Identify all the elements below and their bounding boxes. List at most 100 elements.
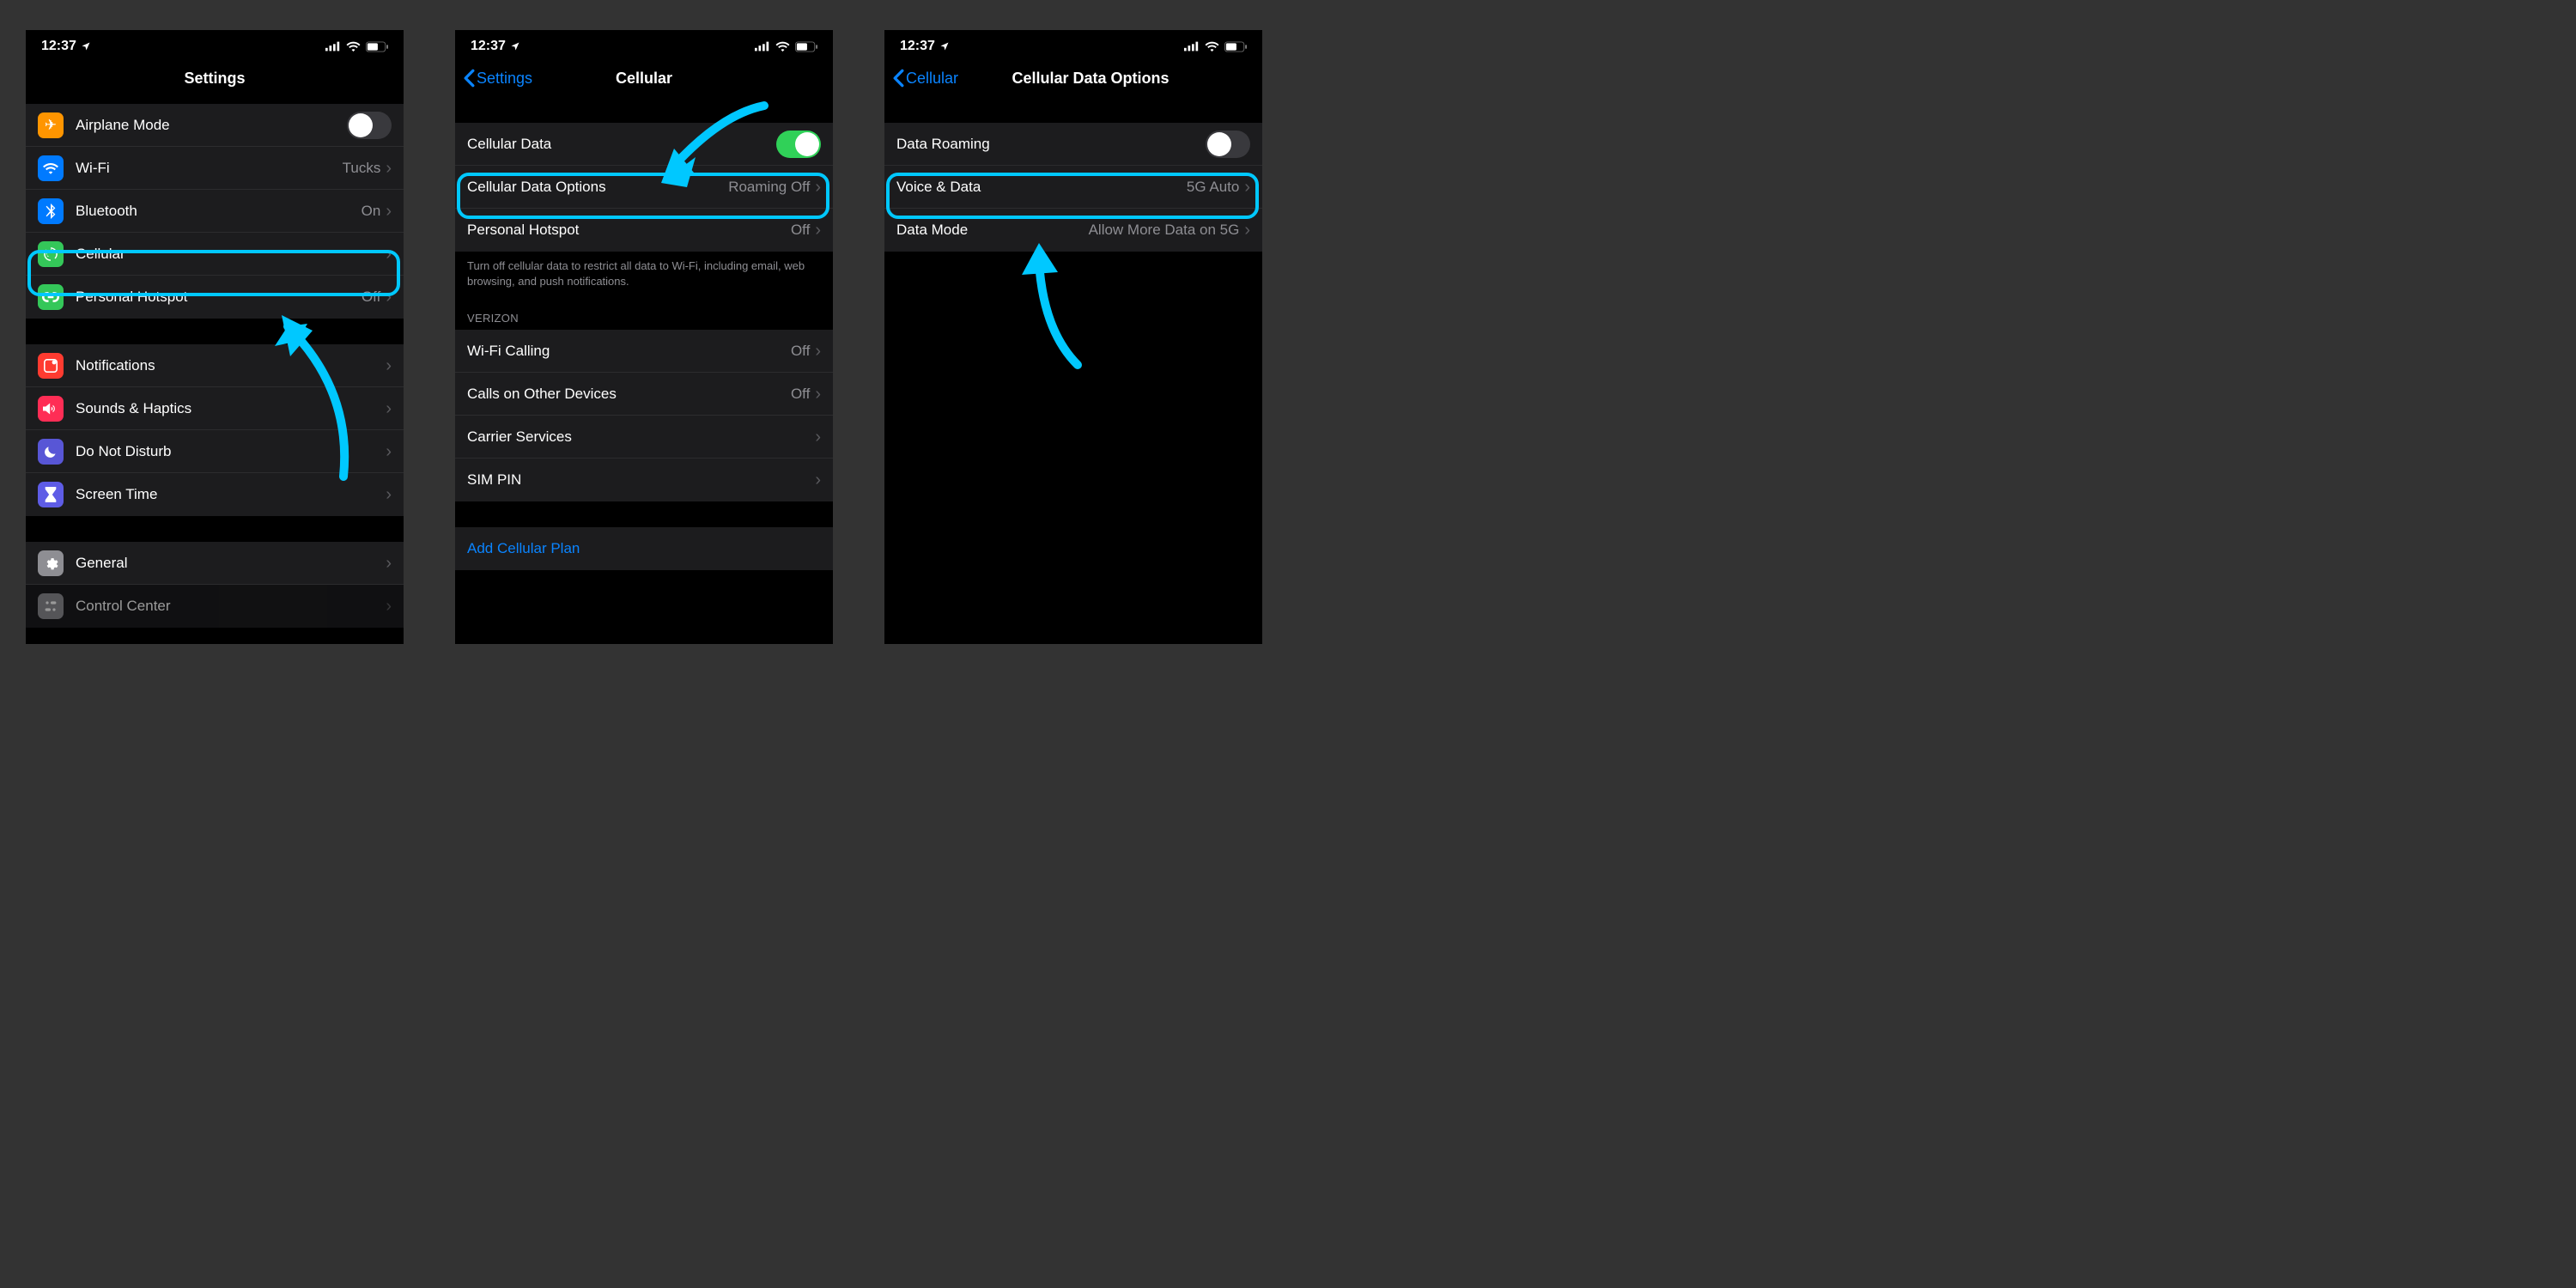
status-bar: 12:37 [26,30,404,59]
dnd-icon [38,439,64,465]
airplane-icon: ✈︎ [38,112,64,138]
section-header: VERIZON [455,296,833,330]
row-wifi[interactable]: Wi-Fi Tucks › [26,147,404,190]
row-label: Cellular Data [467,136,776,153]
time-label: 12:37 [471,39,506,54]
row-wifi-calling[interactable]: Wi-Fi Calling Off › [455,330,833,373]
row-value: Off [791,343,810,360]
row-value: Off [791,386,810,403]
signal-icon [755,41,770,52]
wifi-icon [775,41,790,52]
cellular-data-options-screen: 12:37 Cellular Cellular Data Options Dat… [884,30,1262,644]
time-label: 12:37 [900,39,935,54]
row-bluetooth[interactable]: Bluetooth On › [26,190,404,233]
row-label: Personal Hotspot [76,289,361,306]
wifi-icon [38,155,64,181]
chevron-icon: › [1244,222,1250,239]
row-cellular-data-options[interactable]: Cellular Data Options Roaming Off › [455,166,833,209]
chevron-icon: › [815,428,821,446]
cellular-icon [38,241,64,267]
row-personal-hotspot[interactable]: Personal Hotspot Off › [455,209,833,252]
row-personal-hotspot[interactable]: Personal Hotspot Off › [26,276,404,319]
sounds-icon [38,396,64,422]
chevron-icon: › [386,246,392,263]
battery-icon [795,41,817,52]
toggle-airplane[interactable] [347,112,392,139]
row-label: Do Not Disturb [76,443,386,460]
row-label: Airplane Mode [76,117,347,134]
signal-icon [1184,41,1200,52]
chevron-icon: › [815,386,821,403]
back-label: Settings [477,70,532,88]
notifications-icon [38,353,64,379]
page-title: Cellular [616,70,672,88]
toggle-cellular-data[interactable] [776,131,821,158]
row-label: Calls on Other Devices [467,386,791,403]
bluetooth-icon [38,198,64,224]
location-icon [939,41,950,52]
row-value: On [361,203,381,220]
row-label: Personal Hotspot [467,222,791,239]
row-control-center[interactable]: Control Center › [26,585,404,628]
chevron-icon: › [386,400,392,417]
row-cellular-data[interactable]: Cellular Data [455,123,833,166]
status-bar: 12:37 [455,30,833,59]
row-value: 5G Auto [1187,179,1239,196]
chevron-icon: › [815,179,821,196]
row-sounds-haptics[interactable]: Sounds & Haptics › [26,387,404,430]
navbar: Cellular Cellular Data Options [884,59,1262,97]
row-label: Screen Time [76,486,386,503]
chevron-icon: › [1244,179,1250,196]
cellular-screen: 12:37 Settings Cellular Cellular Data Ce… [455,30,833,644]
row-label: Wi-Fi Calling [467,343,791,360]
chevron-icon: › [815,471,821,489]
wifi-icon [1205,41,1219,52]
back-button[interactable]: Cellular [893,69,958,88]
chevron-left-icon [464,69,475,88]
chevron-icon: › [386,486,392,503]
chevron-left-icon [893,69,904,88]
chevron-icon: › [386,160,392,177]
gear-icon [38,550,64,576]
row-data-roaming[interactable]: Data Roaming [884,123,1262,166]
row-label: Wi-Fi [76,160,343,177]
navbar: Settings Cellular [455,59,833,97]
row-label: Add Cellular Plan [467,540,821,557]
chevron-icon: › [386,289,392,306]
row-label: Control Center [76,598,386,615]
settings-screen: 12:37 Settings ✈︎ Airplane Mode Wi-Fi Tu… [26,30,404,644]
row-cellular[interactable]: Cellular › [26,233,404,276]
row-value: Off [791,222,810,239]
hotspot-icon [38,284,64,310]
battery-icon [366,41,388,52]
section-footer: Turn off cellular data to restrict all d… [455,252,833,296]
row-data-mode[interactable]: Data Mode Allow More Data on 5G › [884,209,1262,252]
wifi-icon [346,41,361,52]
row-carrier-services[interactable]: Carrier Services › [455,416,833,459]
row-label: Data Mode [896,222,1089,239]
row-label: Notifications [76,357,386,374]
chevron-icon: › [815,222,821,239]
row-label: Sounds & Haptics [76,400,386,417]
location-icon [510,41,520,52]
row-airplane-mode[interactable]: ✈︎ Airplane Mode [26,104,404,147]
row-voice-data[interactable]: Voice & Data 5G Auto › [884,166,1262,209]
chevron-icon: › [815,343,821,360]
chevron-icon: › [386,443,392,460]
chevron-icon: › [386,357,392,374]
row-calls-other-devices[interactable]: Calls on Other Devices Off › [455,373,833,416]
back-button[interactable]: Settings [464,69,532,88]
row-label: Data Roaming [896,136,1206,153]
row-add-cellular-plan[interactable]: Add Cellular Plan [455,527,833,570]
row-screen-time[interactable]: Screen Time › [26,473,404,516]
row-label: Cellular Data Options [467,179,728,196]
screentime-icon [38,482,64,507]
row-sim-pin[interactable]: SIM PIN › [455,459,833,501]
row-notifications[interactable]: Notifications › [26,344,404,387]
row-label: Bluetooth [76,203,361,220]
battery-icon [1224,41,1247,52]
row-general[interactable]: General › [26,542,404,585]
row-value: Allow More Data on 5G [1089,222,1240,239]
toggle-data-roaming[interactable] [1206,131,1250,158]
row-do-not-disturb[interactable]: Do Not Disturb › [26,430,404,473]
